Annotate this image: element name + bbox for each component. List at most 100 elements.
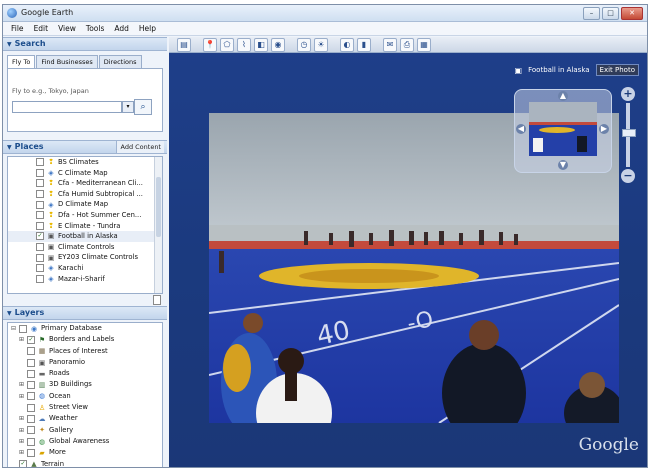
places-item-checkbox[interactable] xyxy=(36,158,44,167)
layer-checkbox[interactable]: ✓ xyxy=(27,335,35,344)
expand-toggle-icon[interactable]: ⊟ xyxy=(10,323,17,334)
places-item-checkbox[interactable] xyxy=(36,253,44,262)
title-bar[interactable]: Google Earth – □ ✕ xyxy=(3,5,647,22)
layers-list-item[interactable]: ⊞ ▰ More xyxy=(8,447,162,458)
places-list-item[interactable]: ❢ BS Climates xyxy=(8,157,162,168)
places-list-item[interactable]: ❢ Cfa - Mediterranean Cli... xyxy=(8,178,162,189)
places-item-checkbox[interactable] xyxy=(36,211,44,220)
places-list-item[interactable]: ▣ EY203 Climate Controls xyxy=(8,252,162,263)
expand-toggle-icon[interactable]: ⊞ xyxy=(18,447,25,458)
layer-checkbox[interactable] xyxy=(27,358,35,367)
layer-checkbox[interactable] xyxy=(27,403,35,412)
scrollbar-thumb[interactable] xyxy=(156,177,161,237)
minimize-button[interactable]: – xyxy=(583,7,600,20)
magnifier-icon[interactable]: ⌕ xyxy=(134,99,152,115)
menu-add[interactable]: Add xyxy=(114,22,129,35)
tab-find-businesses[interactable]: Find Businesses xyxy=(36,55,98,68)
view-in-maps-icon[interactable]: ▦ xyxy=(417,37,431,52)
menu-edit[interactable]: Edit xyxy=(34,22,49,35)
layers-list-item[interactable]: ⊟ ◉ Primary Database xyxy=(8,323,162,334)
nav-right-arrow-icon[interactable]: ▶ xyxy=(599,124,609,134)
ruler-icon[interactable]: ▮ xyxy=(357,37,371,52)
menu-help[interactable]: Help xyxy=(139,22,156,35)
maximize-button[interactable]: □ xyxy=(602,7,619,20)
layer-checkbox[interactable] xyxy=(19,324,27,333)
fly-to-input[interactable] xyxy=(12,101,122,113)
layer-checkbox[interactable] xyxy=(27,369,35,378)
places-list-item[interactable]: ◈ Karachi xyxy=(8,263,162,274)
expand-toggle-icon[interactable]: ⊞ xyxy=(18,379,25,390)
panel-splitter-handle[interactable] xyxy=(153,295,161,305)
expand-toggle-icon[interactable]: ⊞ xyxy=(18,436,25,447)
layer-checkbox[interactable] xyxy=(27,448,35,457)
placemark-icon[interactable]: 📍 xyxy=(203,37,217,52)
photo-thumbnail[interactable] xyxy=(529,102,597,156)
zoom-out-button[interactable]: − xyxy=(621,169,635,183)
layers-list-item[interactable]: ⊞ ✓ ⚑ Borders and Labels xyxy=(8,334,162,345)
print-icon[interactable]: ⎙ xyxy=(400,37,414,52)
historical-imagery-icon[interactable]: ◷ xyxy=(297,37,311,52)
collapse-triangle-icon[interactable]: ▼ xyxy=(7,144,12,151)
places-item-checkbox[interactable] xyxy=(36,168,44,177)
nav-left-arrow-icon[interactable]: ◀ xyxy=(516,124,526,134)
places-list-item[interactable]: ❢ E Climate - Tundra xyxy=(8,221,162,232)
places-item-checkbox[interactable] xyxy=(36,274,44,283)
layer-checkbox[interactable]: ✓ xyxy=(19,460,27,467)
menu-view[interactable]: View xyxy=(58,22,76,35)
places-list-item[interactable]: ◈ D Climate Map xyxy=(8,199,162,210)
menu-tools[interactable]: Tools xyxy=(86,22,104,35)
expand-toggle-icon[interactable]: ⊞ xyxy=(18,425,25,436)
menu-file[interactable]: File xyxy=(11,22,24,35)
places-item-checkbox[interactable] xyxy=(36,243,44,252)
layer-checkbox[interactable] xyxy=(27,437,35,446)
tab-fly-to[interactable]: Fly To xyxy=(7,55,36,68)
places-list-item[interactable]: ❢ Dfa - Hot Summer Cen... xyxy=(8,210,162,221)
search-panel-header[interactable]: ▼ Search xyxy=(3,37,167,51)
collapse-triangle-icon[interactable]: ▼ xyxy=(7,41,12,48)
3d-viewer[interactable]: ▤ 📍 ⬠ ⌇ ◧ ◉ ◷ ☀ ◐ ▮ ✉ ⎙ ▦ ▣ Football in … xyxy=(169,37,647,467)
sidebar-toggle-icon[interactable]: ▤ xyxy=(177,37,191,52)
zoom-in-button[interactable]: + xyxy=(621,87,635,101)
layers-list-item[interactable]: ⊞ ▥ 3D Buildings xyxy=(8,379,162,390)
places-item-checkbox[interactable] xyxy=(36,190,44,199)
close-button[interactable]: ✕ xyxy=(621,7,643,20)
layers-list-item[interactable]: ▣ Panoramio xyxy=(8,357,162,368)
places-item-checkbox[interactable] xyxy=(36,264,44,273)
planets-icon[interactable]: ◐ xyxy=(340,37,354,52)
exit-photo-button[interactable]: Exit Photo xyxy=(595,64,639,76)
places-item-checkbox[interactable] xyxy=(36,179,44,188)
layer-checkbox[interactable] xyxy=(27,381,35,390)
places-panel-header[interactable]: ▼ Places Add Content xyxy=(3,140,167,154)
layer-checkbox[interactable] xyxy=(27,392,35,401)
nav-down-arrow-icon[interactable]: ▼ xyxy=(558,160,568,170)
layer-checkbox[interactable] xyxy=(27,426,35,435)
layers-list-item[interactable]: ⊞ ☁ Weather xyxy=(8,413,162,424)
layers-list-item[interactable]: ▬ Roads xyxy=(8,368,162,379)
layers-list-item[interactable]: ▦ Places of Interest xyxy=(8,346,162,357)
places-item-checkbox[interactable] xyxy=(36,221,44,230)
expand-toggle-icon[interactable]: ⊞ xyxy=(18,413,25,424)
fly-to-history-dropdown[interactable]: ▾ xyxy=(122,101,134,113)
tab-directions[interactable]: Directions xyxy=(98,55,142,68)
zoom-knob[interactable] xyxy=(622,129,636,137)
places-list-item[interactable]: ▣ Climate Controls xyxy=(8,242,162,253)
record-tour-icon[interactable]: ◉ xyxy=(271,37,285,52)
layers-list-item[interactable]: ⊞ ◍ Ocean xyxy=(8,391,162,402)
places-list-item[interactable]: ◈ Mazar-i-Sharif xyxy=(8,274,162,285)
layers-list-item[interactable]: ⊞ ✦ Gallery xyxy=(8,425,162,436)
places-list-item[interactable]: ❢ Cfa Humid Subtropical ... xyxy=(8,189,162,200)
expand-toggle-icon[interactable]: ⊞ xyxy=(18,391,25,402)
path-icon[interactable]: ⌇ xyxy=(237,37,251,52)
nav-up-arrow-icon[interactable]: ▲ xyxy=(558,91,568,101)
places-item-checkbox[interactable] xyxy=(36,200,44,209)
image-overlay-icon[interactable]: ◧ xyxy=(254,37,268,52)
layer-checkbox[interactable] xyxy=(27,347,35,356)
places-scrollbar[interactable] xyxy=(154,157,162,293)
layers-list-item[interactable]: ⊞ ◍ Global Awareness xyxy=(8,436,162,447)
polygon-icon[interactable]: ⬠ xyxy=(220,37,234,52)
places-list-item[interactable]: ✓ ▣ Football in Alaska xyxy=(8,231,162,242)
sunlight-icon[interactable]: ☀ xyxy=(314,37,328,52)
expand-toggle-icon[interactable]: ⊞ xyxy=(18,334,25,345)
add-content-button[interactable]: Add Content xyxy=(116,141,164,153)
layers-list-item[interactable]: ♙ Street View xyxy=(8,402,162,413)
